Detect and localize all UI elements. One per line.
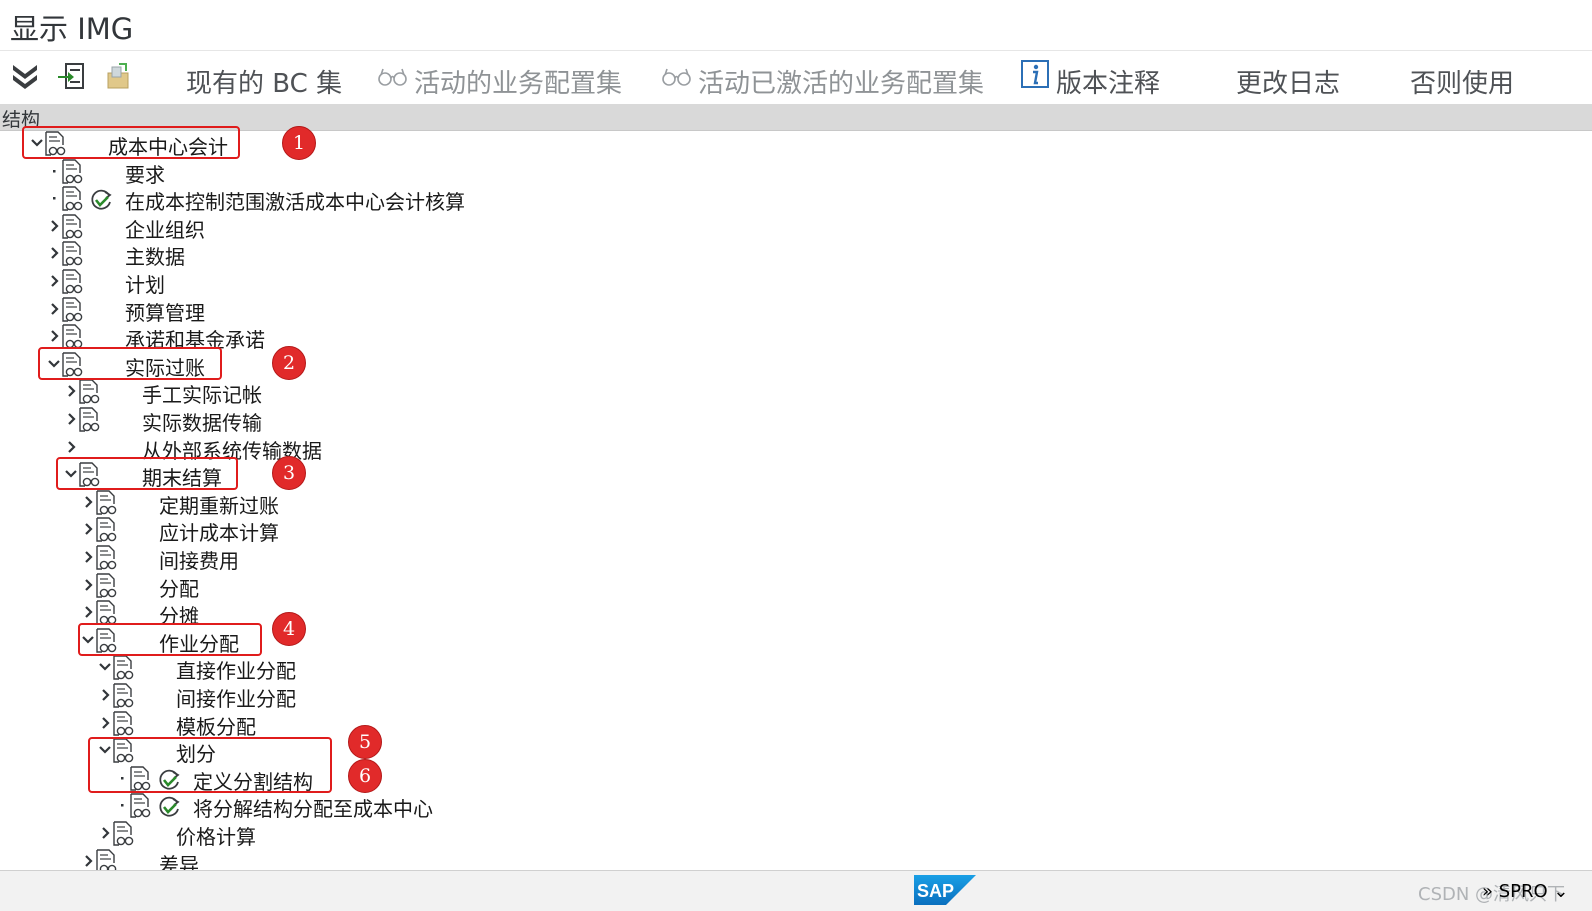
activated-bc-sets-button[interactable]: 活动已激活的业务配置集 — [698, 63, 984, 100]
documentation-icon[interactable] — [61, 269, 83, 295]
glasses-icon — [662, 68, 691, 86]
tree-node-label[interactable]: 间接作业分配 — [176, 683, 296, 712]
execute-activity-icon[interactable] — [89, 188, 113, 212]
documentation-icon[interactable] — [95, 517, 117, 543]
documentation-icon[interactable] — [95, 490, 117, 516]
highlight-box-2 — [38, 347, 222, 380]
highlight-box-5-6 — [88, 737, 332, 793]
page-title: 显示 IMG — [10, 12, 134, 46]
release-notes-button[interactable]: 版本注释 — [1056, 63, 1160, 100]
status-bar: SAP CSDN @清风只下 » SPRO ⌄ — [0, 870, 1592, 911]
highlight-box-1 — [22, 126, 240, 159]
chevron-right-icon[interactable] — [81, 576, 95, 594]
documentation-icon[interactable] — [61, 214, 83, 240]
tree-node-label[interactable]: 主数据 — [125, 241, 185, 270]
tree-node-label[interactable]: 实际数据传输 — [142, 407, 262, 436]
chevron-right-icon[interactable] — [98, 824, 112, 842]
transport-icon[interactable] — [102, 61, 132, 91]
chevron-right-icon[interactable] — [81, 603, 95, 621]
annotation-badge-4: 4 — [272, 612, 306, 646]
leaf-dot-icon — [53, 197, 56, 200]
documentation-icon[interactable] — [78, 379, 100, 405]
annotation-badge-2: 2 — [272, 346, 306, 380]
tree-node-label[interactable]: 预算管理 — [125, 297, 205, 326]
tree-node-label[interactable]: 要求 — [125, 159, 165, 188]
tree-node-label[interactable]: 定期重新过账 — [159, 490, 279, 519]
chevron-right-icon[interactable] — [64, 382, 78, 400]
documentation-icon[interactable] — [78, 407, 100, 433]
annotation-badge-1: 1 — [282, 126, 316, 160]
chevron-right-icon[interactable] — [47, 217, 61, 235]
annotation-badge-5: 5 — [348, 725, 382, 759]
chevron-down-icon[interactable] — [98, 658, 112, 676]
documentation-icon[interactable] — [61, 158, 83, 185]
sap-logo: SAP — [914, 875, 976, 905]
chevron-right-icon[interactable] — [81, 493, 95, 511]
highlight-box-3 — [56, 457, 238, 490]
documentation-icon[interactable] — [112, 655, 134, 681]
title-bar: 显示 IMG — [0, 0, 1592, 50]
documentation-icon[interactable] — [112, 683, 134, 709]
tree-node-label[interactable]: 间接费用 — [159, 545, 239, 574]
where-used-button[interactable]: 否则使用 — [1410, 63, 1514, 100]
chevron-right-icon[interactable] — [81, 520, 95, 538]
tree-node-label[interactable]: 差异 — [159, 849, 199, 870]
tree-node-label[interactable]: 模板分配 — [176, 711, 256, 740]
import-icon[interactable] — [56, 61, 86, 91]
active-bc-sets-button[interactable]: 活动的业务配置集 — [414, 63, 622, 100]
leaf-dot-icon — [121, 804, 124, 807]
documentation-icon[interactable] — [112, 710, 134, 737]
chevron-right-icon[interactable] — [47, 244, 61, 262]
existing-bc-sets-button[interactable]: 现有的 BC 集 — [186, 63, 342, 100]
documentation-icon[interactable] — [95, 572, 117, 599]
documentation-icon[interactable] — [95, 545, 117, 571]
chevron-right-icon[interactable] — [81, 548, 95, 566]
chevron-right-icon[interactable] — [64, 410, 78, 428]
documentation-icon[interactable] — [129, 793, 151, 819]
tree-node-label[interactable]: 手工实际记帐 — [142, 379, 262, 408]
annotation-badge-3: 3 — [272, 456, 306, 490]
chevron-right-icon[interactable] — [98, 686, 112, 704]
highlight-box-4 — [78, 623, 262, 656]
tree-node-label[interactable]: 分配 — [159, 573, 199, 602]
tree-node-label[interactable]: 价格计算 — [176, 821, 256, 850]
documentation-icon[interactable] — [112, 821, 134, 847]
tree-node-label[interactable]: 计划 — [125, 269, 165, 298]
info-icon — [1021, 60, 1049, 88]
tree-node-label[interactable]: 应计成本计算 — [159, 517, 279, 546]
documentation-icon[interactable] — [61, 296, 83, 323]
chevron-right-icon[interactable] — [64, 438, 78, 456]
leaf-dot-icon — [53, 169, 56, 173]
tree-node-label[interactable]: 直接作业分配 — [176, 655, 296, 684]
chevron-right-icon[interactable] — [81, 852, 95, 870]
annotation-badge-6: 6 — [348, 759, 382, 793]
svg-text:SAP: SAP — [917, 881, 954, 901]
documentation-icon[interactable] — [61, 186, 83, 212]
documentation-icon[interactable] — [95, 848, 117, 870]
tree-node-label[interactable]: 将分解结构分配至成本中心 — [193, 793, 433, 822]
documentation-icon[interactable] — [61, 241, 83, 267]
change-log-button[interactable]: 更改日志 — [1236, 63, 1340, 100]
chevron-right-icon[interactable] — [47, 272, 61, 290]
application-toolbar: 现有的 BC 集 活动的业务配置集 活动已激活的业务配置集 版本注释 更改日志 … — [0, 50, 1592, 103]
tree-node-label[interactable]: 企业组织 — [125, 214, 205, 243]
chevron-right-icon[interactable] — [47, 327, 61, 345]
tree-node-label[interactable]: 在成本控制范围激活成本中心会计核算 — [125, 186, 465, 215]
expand-all-icon[interactable] — [10, 61, 40, 91]
chevron-right-icon[interactable] — [98, 714, 112, 732]
glasses-icon — [378, 68, 407, 86]
execute-activity-icon[interactable] — [157, 795, 181, 819]
transaction-code[interactable]: » SPRO ⌄ — [1482, 881, 1569, 902]
chevron-right-icon[interactable] — [47, 300, 61, 318]
